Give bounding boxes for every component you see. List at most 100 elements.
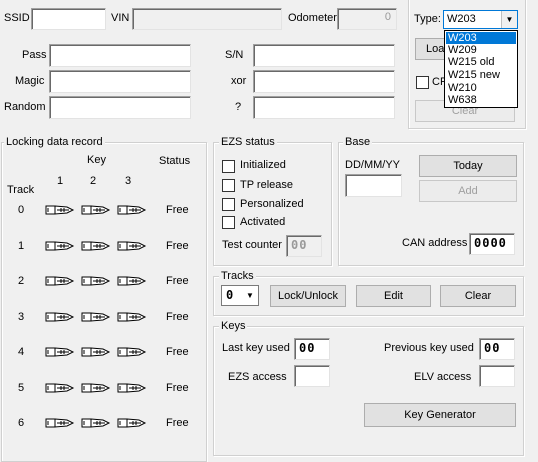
key-icon[interactable] [81,345,111,359]
random-field[interactable] [49,96,191,119]
type-option-w209[interactable]: W209 [446,44,516,56]
tp-release-checkbox[interactable] [222,179,235,192]
xor-field[interactable] [253,70,395,93]
elv-access-field[interactable] [479,365,515,387]
date-format-label: DD/MM/YY [345,159,400,171]
track-select[interactable]: 0 ▼ [221,285,259,306]
chevron-down-icon[interactable]: ▼ [242,286,258,305]
today-button-label: Today [453,160,483,172]
xor-label: xor [231,75,247,87]
odometer-field[interactable]: 0 [337,8,397,30]
initialized-checkbox[interactable] [222,160,235,173]
ezs-status-title: EZS status [219,136,277,149]
test-counter-label: Test counter [222,239,282,251]
key-icon[interactable] [45,416,75,430]
today-button[interactable]: Today [419,155,517,177]
ssid-label: SSID [4,12,30,24]
sn-label: S/N [225,49,244,61]
magic-label: Magic [15,75,45,87]
type-combobox[interactable]: W203 ▼ [443,10,518,29]
key-generator-label: Key Generator [404,409,476,421]
key-generator-button[interactable]: Key Generator [364,403,516,427]
track-select-value: 0 [226,288,234,302]
type-option-w203[interactable]: W203 [446,32,516,44]
key-icon[interactable] [45,310,75,324]
sn-field[interactable] [253,44,395,67]
test-counter-value: 00 [291,238,308,252]
activated-checkbox[interactable] [222,216,235,229]
key-icon[interactable] [81,203,111,217]
key-icon[interactable] [81,381,111,395]
track-status: Free [166,239,189,252]
ssid-field[interactable] [31,8,106,30]
activated-label: Activated [240,216,286,228]
key-icon[interactable] [117,345,147,359]
track-status: Free [166,275,189,287]
type-option-w210[interactable]: W210 [446,82,516,94]
key-icon[interactable] [81,310,111,324]
can-address-value: 0000 [474,236,507,250]
track-number: 4 [18,346,25,358]
key-icon[interactable] [81,416,111,430]
track-status: Free [166,346,189,358]
track-number: 6 [18,417,25,429]
tracks-clear-button[interactable]: Clear [440,285,516,307]
test-counter-field[interactable]: 00 [286,235,322,257]
type-selected: W203 [447,13,476,25]
last-key-value: 00 [299,341,316,355]
personalized-checkbox[interactable] [222,198,235,211]
type-dropdown-list: W203 W209 W215 old W215 new W210 W638 [444,30,518,108]
type-option-w638[interactable]: W638 [446,94,516,106]
key-icon[interactable] [45,381,75,395]
key-icon[interactable] [45,239,75,253]
key-icon[interactable] [117,310,147,324]
key-icon[interactable] [45,345,75,359]
cf-checkbox[interactable] [416,76,429,89]
track-status: Free [166,381,189,394]
chevron-down-icon[interactable]: ▼ [501,11,517,28]
personalized-label: Personalized [240,198,304,210]
lock-unlock-label: Lock/Unlock [278,290,338,302]
key-icon[interactable] [117,203,147,217]
key-icon[interactable] [45,203,75,217]
magic-field[interactable] [49,70,191,93]
key-icon[interactable] [81,274,111,288]
edit-button-label: Edit [384,290,403,302]
key-col-1: 1 [57,175,64,187]
key-icon[interactable] [117,416,147,430]
locking-data-title: Locking data record [4,136,105,149]
odometer-value: 0 [384,11,391,23]
keys-title: Keys [219,320,248,333]
key-icon[interactable] [81,239,111,253]
can-address-label: CAN address [402,237,468,249]
track-number: 1 [18,239,25,252]
vin-field[interactable] [132,8,282,30]
track-header: Track [7,184,35,196]
key-icon[interactable] [117,274,147,288]
load-button-label: Loa [426,43,445,55]
key-icon[interactable] [45,274,75,288]
previous-key-field[interactable]: 00 [479,338,515,360]
can-address-field[interactable]: 0000 [469,233,515,255]
key-col-2: 2 [90,175,97,187]
random-label: Random [4,101,46,113]
track-status: Free [166,417,189,429]
last-key-field[interactable]: 00 [294,338,330,360]
type-option-w215-old[interactable]: W215 old [446,56,516,68]
ezs-access-field[interactable] [294,365,330,387]
status-header: Status [159,155,191,167]
lock-unlock-button[interactable]: Lock/Unlock [270,285,346,307]
tp-release-label: TP release [240,179,293,191]
key-icon[interactable] [117,381,147,395]
vin-label: VIN [111,12,130,24]
track-number: 2 [18,275,25,287]
track-number: 0 [18,204,25,216]
question-field[interactable] [253,96,395,119]
date-field[interactable] [345,174,402,197]
key-icon[interactable] [117,239,147,253]
type-option-w215-new[interactable]: W215 new [446,69,516,81]
ezs-access-label: EZS access [228,371,287,383]
add-button[interactable]: Add [419,180,517,202]
pass-field[interactable] [49,44,191,67]
edit-button[interactable]: Edit [356,285,431,307]
